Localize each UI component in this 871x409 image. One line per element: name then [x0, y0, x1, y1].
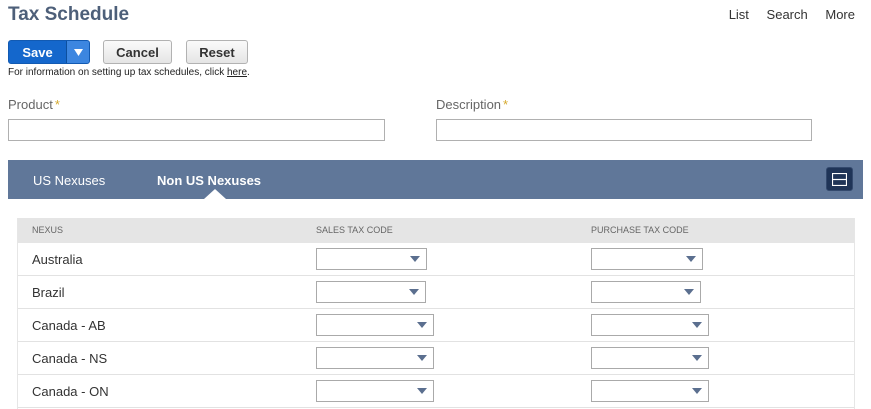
- table-row: Brazil: [18, 276, 854, 309]
- column-header-purchase-tax-code: PURCHASE TAX CODE: [591, 225, 689, 235]
- dropdown-arrow-icon: [410, 256, 420, 262]
- column-header-nexus: NEXUS: [32, 225, 64, 235]
- nexus-name: Australia: [32, 252, 83, 267]
- column-header-sales-tax-code: SALES TAX CODE: [316, 225, 393, 235]
- product-label-text: Product: [8, 97, 53, 112]
- product-label: Product *: [8, 97, 60, 112]
- chevron-down-icon: [73, 48, 83, 56]
- dropdown-arrow-icon: [409, 289, 419, 295]
- description-field[interactable]: [436, 119, 812, 141]
- dropdown-arrow-icon: [684, 289, 694, 295]
- required-mark: *: [503, 97, 509, 112]
- sales-tax-code-select[interactable]: [316, 380, 434, 402]
- layout-toggle-button[interactable]: [826, 167, 853, 191]
- sales-tax-code-select[interactable]: [316, 314, 434, 336]
- description-label-text: Description: [436, 97, 502, 112]
- nexus-name: Canada - NS: [32, 351, 108, 366]
- save-button-group: Save: [8, 40, 90, 64]
- layout-icon: [832, 172, 847, 186]
- purchase-tax-code-select[interactable]: [591, 281, 701, 303]
- dropdown-arrow-icon: [417, 388, 427, 394]
- top-links: List Search More: [715, 7, 855, 22]
- required-mark: *: [54, 97, 60, 112]
- save-button[interactable]: Save: [9, 41, 67, 63]
- save-options-dropdown[interactable]: [67, 41, 89, 63]
- purchase-tax-code-select[interactable]: [591, 248, 703, 270]
- subtab-bar: US Nexuses Non US Nexuses: [8, 160, 863, 199]
- more-link[interactable]: More: [825, 7, 855, 22]
- dropdown-arrow-icon: [686, 256, 696, 262]
- info-message: For information on setting up tax schedu…: [8, 67, 225, 78]
- dropdown-arrow-icon: [692, 388, 702, 394]
- purchase-tax-code-select[interactable]: [591, 347, 709, 369]
- list-link[interactable]: List: [729, 7, 749, 22]
- table-row: Australia: [18, 243, 854, 276]
- nexus-name: Canada - ON: [32, 384, 109, 399]
- description-label: Description *: [436, 97, 508, 112]
- info-text: For information on setting up tax schedu…: [8, 67, 250, 78]
- table-row: Canada - NS: [18, 342, 854, 375]
- tab-us-nexuses[interactable]: US Nexuses: [33, 173, 105, 188]
- tab-non-us-nexuses[interactable]: Non US Nexuses: [157, 173, 261, 188]
- reset-button[interactable]: Reset: [186, 40, 248, 64]
- sales-tax-code-select[interactable]: [316, 248, 427, 270]
- nexus-name: Brazil: [32, 285, 65, 300]
- purchase-tax-code-select[interactable]: [591, 380, 709, 402]
- purchase-tax-code-select[interactable]: [591, 314, 709, 336]
- nexus-grid: NEXUS SALES TAX CODE PURCHASE TAX CODE A…: [17, 218, 855, 409]
- nexus-name: Canada - AB: [32, 318, 106, 333]
- info-suffix: .: [247, 67, 250, 78]
- dropdown-arrow-icon: [692, 322, 702, 328]
- dropdown-arrow-icon: [417, 355, 427, 361]
- search-link[interactable]: Search: [767, 7, 808, 22]
- product-field[interactable]: [8, 119, 385, 141]
- grid-header: NEXUS SALES TAX CODE PURCHASE TAX CODE: [18, 218, 854, 243]
- here-link[interactable]: here: [227, 67, 247, 78]
- table-row: Canada - ON: [18, 375, 854, 408]
- sales-tax-code-select[interactable]: [316, 347, 434, 369]
- sales-tax-code-select[interactable]: [316, 281, 426, 303]
- dropdown-arrow-icon: [692, 355, 702, 361]
- cancel-button[interactable]: Cancel: [103, 40, 172, 64]
- dropdown-arrow-icon: [417, 322, 427, 328]
- active-tab-indicator: [204, 189, 226, 199]
- page-title: Tax Schedule: [8, 4, 130, 25]
- table-row: Canada - AB: [18, 309, 854, 342]
